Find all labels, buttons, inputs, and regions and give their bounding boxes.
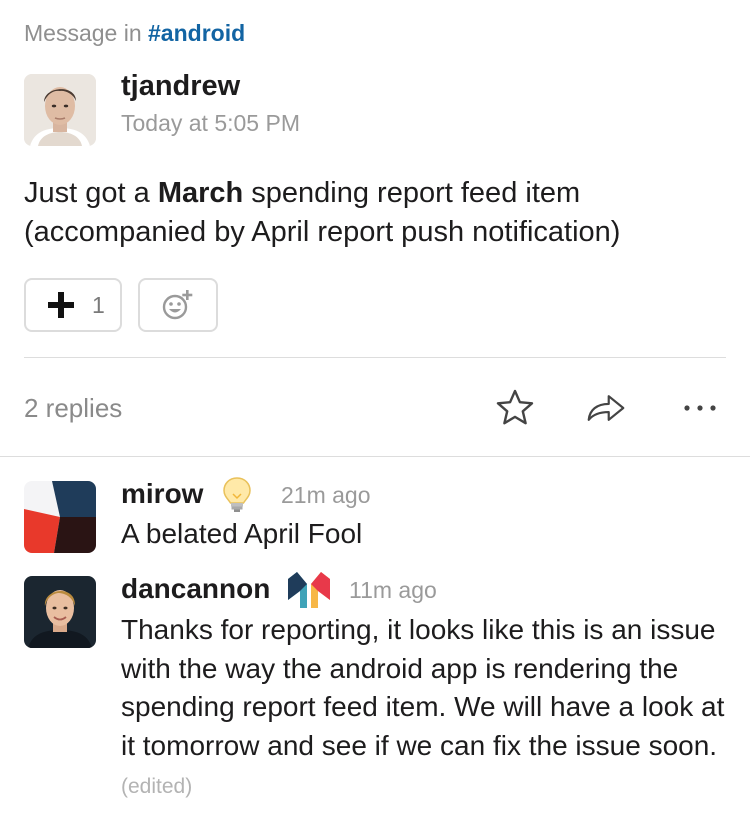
divider	[24, 357, 726, 358]
abstract-avatar-icon	[24, 481, 96, 553]
replies-count[interactable]: 2 replies	[24, 393, 122, 424]
reply-text: A belated April Fool	[121, 518, 363, 549]
message-timestamp: Today at 5:05 PM	[121, 110, 300, 136]
message-thread-view: Message in #android tjandrew Today at 5:…	[0, 0, 750, 814]
divider	[0, 456, 750, 457]
message-text-bold: March	[157, 177, 244, 209]
reply-author[interactable]: mirow	[121, 478, 203, 510]
reply-timestamp: 21m ago	[281, 482, 371, 508]
edited-label: (edited)	[121, 775, 193, 798]
user-photo-icon	[24, 576, 96, 648]
add-reaction-icon	[162, 290, 193, 320]
message-text-start: Just got a	[24, 177, 158, 209]
reply-timestamp: 11m ago	[349, 577, 437, 603]
reply-text: Thanks for reporting, it looks like this…	[121, 611, 731, 807]
lightbulb-icon	[223, 477, 251, 512]
avatar[interactable]	[24, 74, 96, 146]
user-photo-icon	[24, 74, 96, 146]
channel-link[interactable]: #android	[148, 20, 245, 46]
reaction-plus-one[interactable]: 1	[24, 278, 122, 332]
reply-author[interactable]: dancannon	[121, 573, 270, 605]
avatar[interactable]	[24, 481, 96, 553]
add-reaction-button[interactable]	[138, 278, 218, 332]
message-author[interactable]: tjandrew	[121, 70, 240, 103]
channel-context-prefix: Message in	[24, 20, 142, 46]
more-ellipsis-icon[interactable]	[680, 388, 720, 428]
channel-context-header: Message in #android	[24, 20, 245, 47]
monzo-logo-icon	[288, 572, 330, 608]
avatar[interactable]	[24, 576, 96, 648]
reply-text-content: Thanks for reporting, it looks like this…	[121, 614, 725, 761]
reaction-count: 1	[92, 291, 105, 318]
heavy-plus-icon	[48, 292, 74, 318]
star-icon[interactable]	[495, 388, 535, 428]
share-arrow-icon[interactable]	[586, 388, 626, 428]
message-text: Just got a March spending report feed it…	[24, 174, 724, 252]
